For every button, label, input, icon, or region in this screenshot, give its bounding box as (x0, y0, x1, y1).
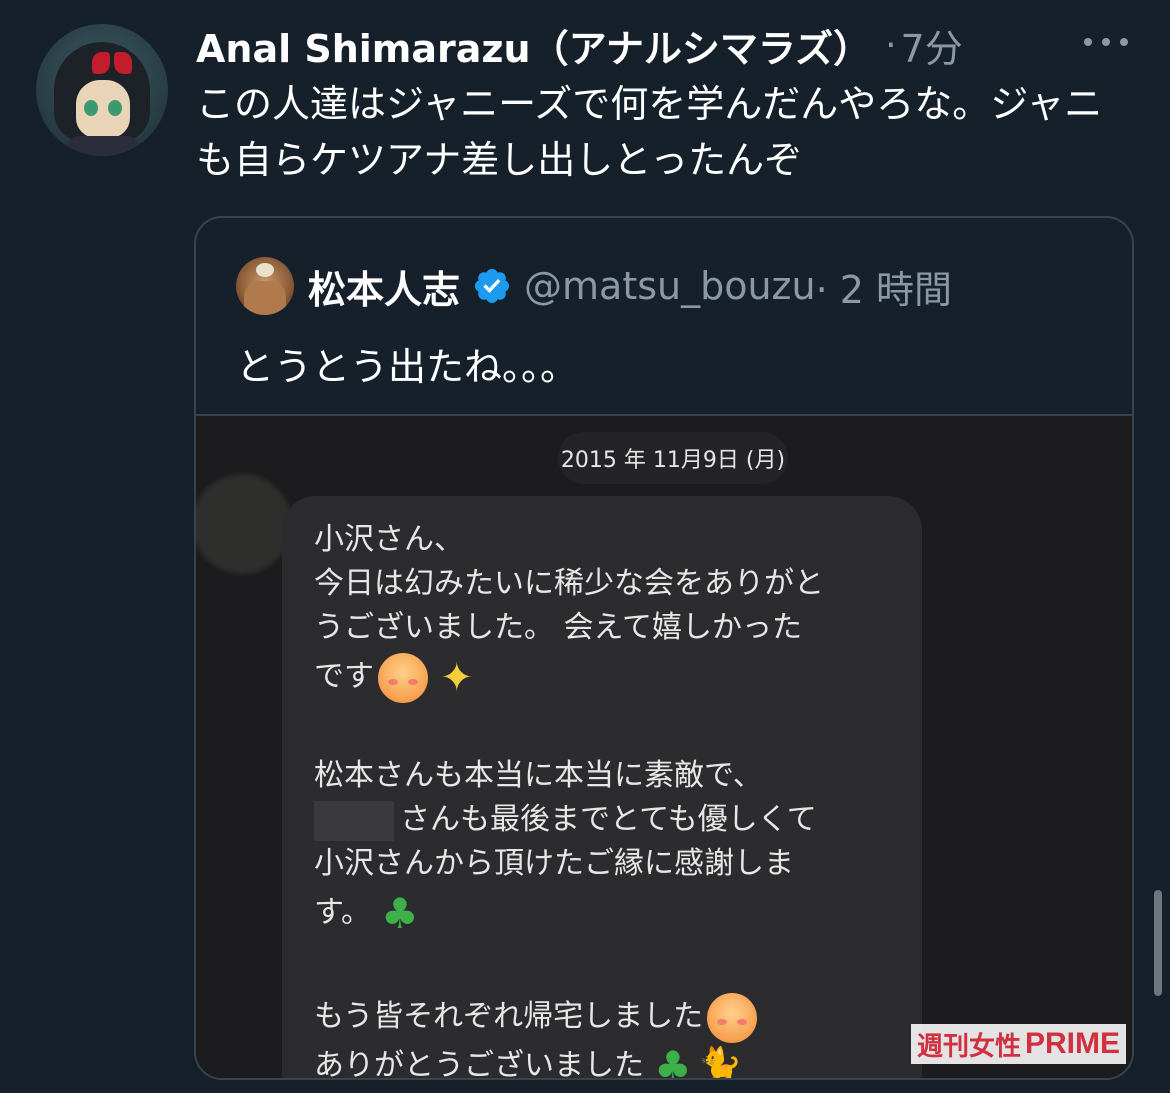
message-line: さんも最後までとても優しくて (400, 802, 817, 837)
chat-message-bubble: 小沢さん、 今日は幻みたいに稀少な会をありがと うございました。 会えて嬉しかっ… (282, 496, 922, 1080)
quoted-tweet-text: とうとう出たね。。。 (236, 345, 579, 389)
author-avatar[interactable] (36, 24, 168, 156)
four-leaf-clover-emoji-icon: ♣ (381, 888, 419, 938)
verified-badge-icon (474, 268, 510, 304)
quoted-author-handle[interactable]: @matsu_bouzu (524, 264, 816, 308)
quoted-author-name[interactable]: 松本人志 (308, 259, 460, 314)
avatar-body (66, 136, 140, 156)
cat-emoji-icon: 🐈 (697, 1045, 743, 1080)
scrollbar[interactable] (1154, 890, 1162, 996)
quoted-tweet-header: 松本人志 @matsu_bouzu · 2 時間 (236, 256, 952, 316)
message-line: す。 (314, 895, 371, 930)
message-line-with-emoji: もう皆それぞれ帰宅しました (314, 990, 892, 1044)
message-line: うございました。 会えて嬉しかった (314, 610, 803, 645)
dot-separator: · (885, 24, 897, 66)
message-line: 今日は幻みたいに稀少な会をありがと (314, 566, 824, 601)
watermark-text-jp: 週刊女性 (916, 1031, 1021, 1062)
message-gap (314, 704, 892, 754)
message-line-with-redaction: さんも最後までとても優しくて (314, 798, 892, 842)
message-line: 小沢さんから頂けたご縁に感謝しま (314, 846, 794, 881)
sparkles-emoji-icon: ✦ (440, 654, 474, 701)
four-leaf-clover-emoji-icon: ♣ (654, 1041, 692, 1080)
quoted-author-avatar[interactable] (236, 257, 294, 315)
message-line: 松本さんも本当に本当に素敵で、 (314, 758, 763, 793)
quoted-tweet[interactable]: 松本人志 @matsu_bouzu · 2 時間 とうとう出たね。。。 2015… (194, 216, 1134, 1080)
tweet-time[interactable]: 7分 (901, 18, 963, 73)
smiling-face-emoji-icon (378, 652, 428, 703)
tweet[interactable]: Anal Shimarazu（アナルシマラズ） · 7分 この人達はジャニーズで… (0, 0, 1170, 1093)
avatar-eye (108, 100, 122, 116)
watermark-text-en: PRIME (1024, 1027, 1120, 1060)
message-line: です (314, 659, 374, 694)
message-line-with-emoji: です ✦ (314, 650, 892, 704)
message-line-with-emoji: す。 ♣ (314, 886, 892, 940)
message-line: ありがとうございました (314, 1048, 644, 1080)
message-line: 小沢さん、 (314, 522, 464, 557)
more-horizontal-icon[interactable] (1084, 32, 1128, 52)
tweet-header: Anal Shimarazu（アナルシマラズ） · 7分 (196, 18, 1134, 73)
redacted-name (314, 800, 394, 841)
avatar-bow (92, 52, 132, 74)
quoted-tweet-time[interactable]: · 2 時間 (816, 259, 952, 314)
quoted-tweet-image[interactable]: 2015 年 11月9日 (月) 小沢さん、 今日は幻みたいに稀少な会をありがと… (196, 414, 1132, 1080)
chat-date-label: 2015 年 11月9日 (月) (558, 432, 788, 484)
tweet-text: この人達はジャニーズで何を学んだんやろな。ジャニも自らケツアナ差し出しとったんぞ (196, 82, 1103, 182)
smiling-face-emoji-icon (707, 992, 758, 1043)
avatar-eye (84, 100, 98, 116)
message-line-with-emoji: ありがとうございました ♣ 🐈 (314, 1041, 892, 1080)
message-gap (314, 940, 892, 990)
watermark-logo: 週刊女性 PRIME (910, 1024, 1126, 1064)
blurred-sender-avatar (196, 474, 292, 574)
message-line: もう皆それぞれ帰宅しました (314, 999, 704, 1034)
display-name[interactable]: Anal Shimarazu（アナルシマラズ） (196, 18, 871, 73)
